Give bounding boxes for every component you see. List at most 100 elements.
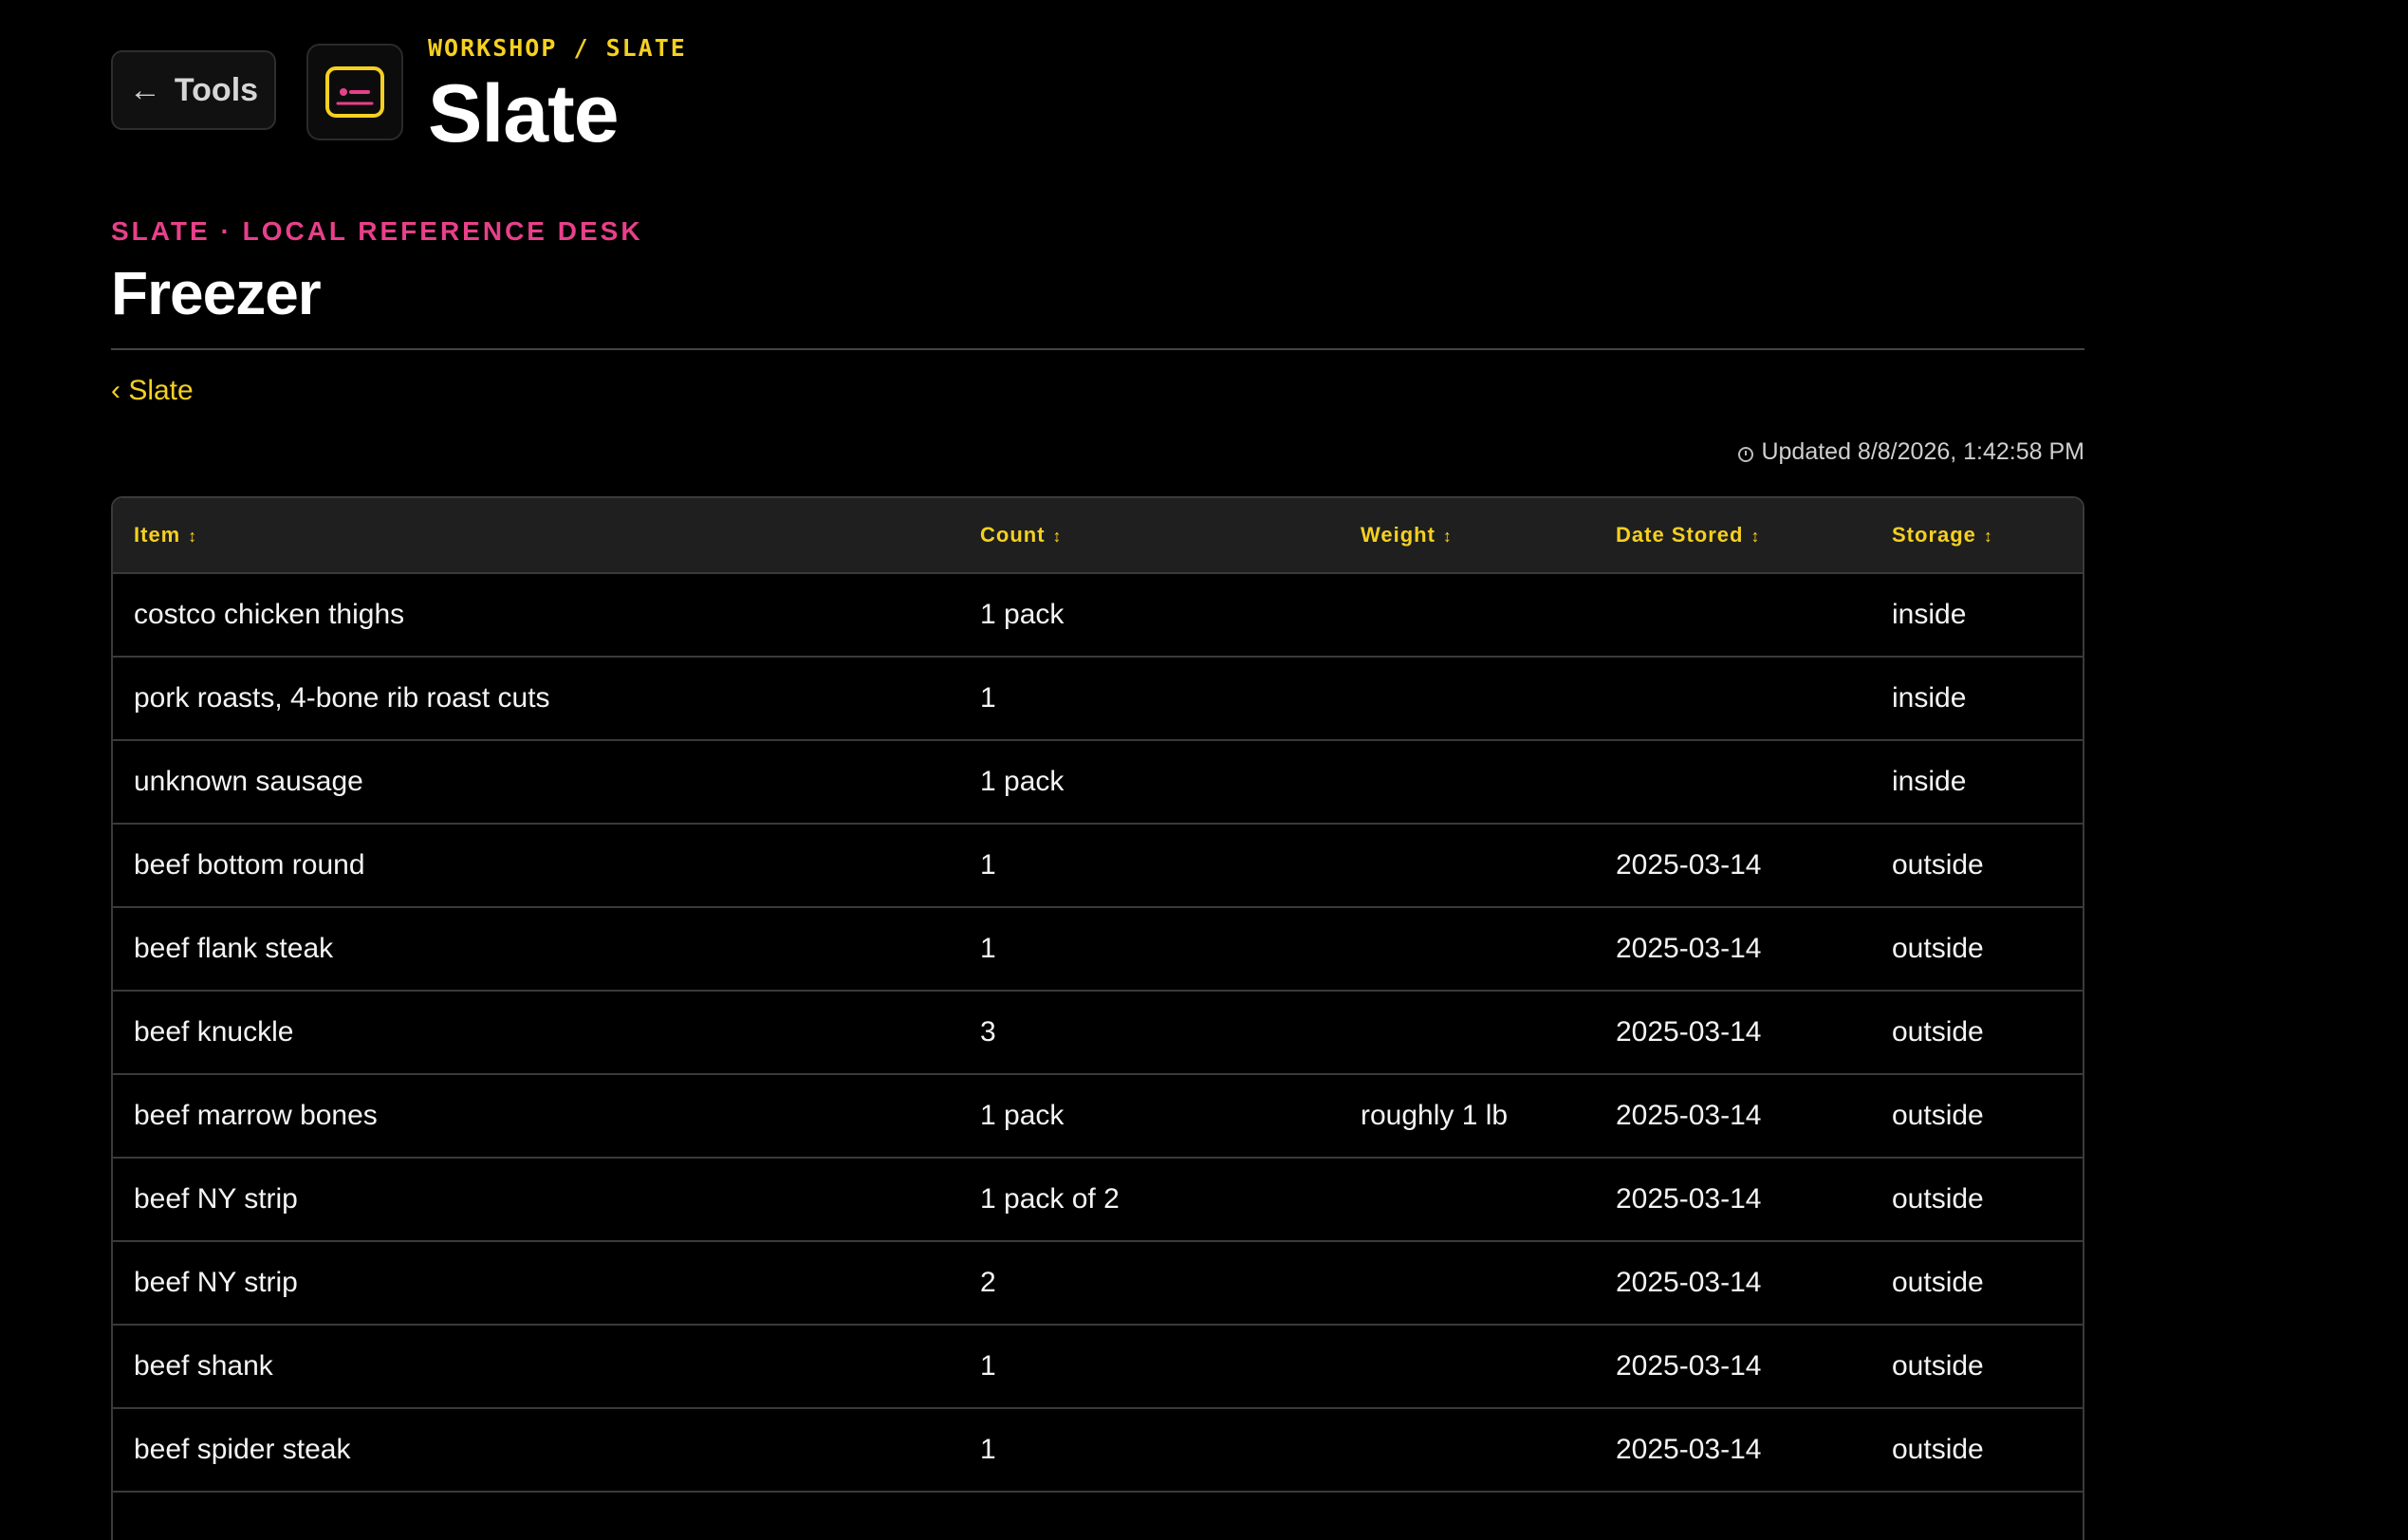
cell-item: beef flank steak <box>113 907 959 992</box>
cell-weight <box>1340 1241 1595 1326</box>
cell-count: 1 <box>959 1408 1340 1493</box>
cell-item: beef spider steak <box>113 1408 959 1493</box>
table-row[interactable]: beef flank steak 1 2025-03-14 outside <box>113 907 2083 992</box>
table-row[interactable]: unknown sausage 1 pack inside <box>113 740 2083 825</box>
cell-date-stored: 2025-03-14 <box>1595 1241 1871 1326</box>
slate-app-icon <box>306 44 403 140</box>
cell-item: beef bottom round <box>113 824 959 908</box>
cell-item: beef shank <box>113 1325 959 1409</box>
back-to-tools-button[interactable]: ← Tools <box>111 50 276 130</box>
cell-weight <box>1340 1408 1595 1493</box>
cell-item: pork roasts, 4-bone rib roast cuts <box>113 657 959 741</box>
column-header-date-stored[interactable]: Date Stored ↕ <box>1595 498 1871 574</box>
column-header-label: Weight <box>1361 523 1436 547</box>
column-header-count[interactable]: Count ↕ <box>959 498 1340 574</box>
cell-storage: outside <box>1871 1241 2083 1326</box>
cell-count: 1 pack of 2 <box>959 1158 1340 1242</box>
cell-storage: inside <box>1871 573 2083 658</box>
freezer-table-container: Item ↕ Count ↕ Weight ↕ Date Stored ↕ Storag… <box>111 496 2084 1540</box>
cell-weight: roughly 1 lb <box>1340 1074 1595 1159</box>
updated-text: Updated 8/8/2026, 1:42:58 PM <box>1761 438 2084 465</box>
cell-storage: inside <box>1871 740 2083 825</box>
cell-weight <box>1340 1325 1595 1409</box>
page-title: Freezer <box>111 259 322 327</box>
cell-count: 1 <box>959 657 1340 741</box>
column-header-label: Item <box>134 523 181 547</box>
column-header-weight[interactable]: Weight ↕ <box>1340 498 1595 574</box>
clock-icon <box>1738 446 1754 462</box>
divider <box>111 348 2084 350</box>
cell-date-stored: 2025-03-14 <box>1595 907 1871 992</box>
app-header: ← Tools WORKSHOP / SLATE Slate <box>111 28 687 155</box>
cell-date-stored: 2025-03-14 <box>1595 1158 1871 1242</box>
table-row[interactable]: beef NY strip 2 2025-03-14 outside <box>113 1241 2083 1326</box>
cell-weight <box>1340 991 1595 1075</box>
cell-weight <box>1340 824 1595 908</box>
cell-date-stored: 2025-03-14 <box>1595 991 1871 1075</box>
cell-item: beef NY strip <box>113 1241 959 1326</box>
cell-item: beef NY strip <box>113 1158 959 1242</box>
slate-logo-icon <box>325 66 384 118</box>
cell-item: beef marrow bones <box>113 1074 959 1159</box>
cell-item: unknown sausage <box>113 740 959 825</box>
sort-icon: ↕ <box>188 527 198 546</box>
cell-count: 1 <box>959 907 1340 992</box>
updated-timestamp: Updated 8/8/2026, 1:42:58 PM <box>1738 438 2084 466</box>
cell-date-stored <box>1595 740 1871 825</box>
table-row[interactable]: beef spider steak 1 2025-03-14 outside <box>113 1408 2083 1493</box>
cell-item: costco chicken thighs <box>113 573 959 658</box>
cell-storage: outside <box>1871 1158 2083 1242</box>
sort-icon: ↕ <box>1983 527 1993 546</box>
table-header-row: Item ↕ Count ↕ Weight ↕ Date Stored ↕ Storag… <box>113 498 2083 574</box>
cell-weight <box>1340 907 1595 992</box>
cell-storage: outside <box>1871 824 2083 908</box>
sort-icon: ↕ <box>1442 527 1453 546</box>
column-header-item[interactable]: Item ↕ <box>113 498 959 574</box>
cell-storage: outside <box>1871 907 2083 992</box>
cell-count: 2 <box>959 1241 1340 1326</box>
sort-icon: ↕ <box>1052 527 1063 546</box>
table-row[interactable]: costco chicken thighs 1 pack inside <box>113 573 2083 658</box>
table-row[interactable]: beef knuckle 3 2025-03-14 outside <box>113 991 2083 1075</box>
app-title-block: WORKSHOP / SLATE Slate <box>428 28 687 155</box>
cell-count: 1 <box>959 1325 1340 1409</box>
table-row[interactable]: pork roasts, 4-bone rib roast cuts 1 insid… <box>113 657 2083 741</box>
cell-storage: outside <box>1871 1408 2083 1493</box>
table-body: costco chicken thighs 1 pack inside pork ro… <box>113 573 2083 1493</box>
app-title: Slate <box>428 68 620 159</box>
back-to-slate-link[interactable]: ‹ Slate <box>111 375 194 407</box>
freezer-table: Item ↕ Count ↕ Weight ↕ Date Stored ↕ Storag… <box>113 498 2083 1493</box>
table-row[interactable]: beef shank 1 2025-03-14 outside <box>113 1325 2083 1409</box>
cell-weight <box>1340 740 1595 825</box>
back-button-label: Tools <box>174 71 259 108</box>
cell-item: beef knuckle <box>113 991 959 1075</box>
column-header-storage[interactable]: Storage ↕ <box>1871 498 2083 574</box>
cell-count: 1 <box>959 824 1340 908</box>
cell-weight <box>1340 657 1595 741</box>
cell-date-stored: 2025-03-14 <box>1595 1325 1871 1409</box>
sort-icon: ↕ <box>1750 527 1761 546</box>
table-row[interactable]: beef bottom round 1 2025-03-14 outside <box>113 824 2083 908</box>
cell-storage: outside <box>1871 1074 2083 1159</box>
cell-date-stored: 2025-03-14 <box>1595 1074 1871 1159</box>
column-header-label: Storage <box>1892 523 1976 547</box>
table-row[interactable]: beef marrow bones 1 pack roughly 1 lb 2025-… <box>113 1074 2083 1159</box>
column-header-label: Count <box>980 523 1046 547</box>
section-eyebrow: SLATE · LOCAL REFERENCE DESK <box>111 216 643 246</box>
cell-weight <box>1340 573 1595 658</box>
cell-storage: inside <box>1871 657 2083 741</box>
column-header-label: Date Stored <box>1616 523 1744 547</box>
cell-count: 1 pack <box>959 573 1340 658</box>
cell-date-stored: 2025-03-14 <box>1595 1408 1871 1493</box>
cell-count: 1 pack <box>959 740 1340 825</box>
cell-count: 3 <box>959 991 1340 1075</box>
cell-storage: outside <box>1871 991 2083 1075</box>
cell-count: 1 pack <box>959 1074 1340 1159</box>
cell-weight <box>1340 1158 1595 1242</box>
cell-date-stored: 2025-03-14 <box>1595 824 1871 908</box>
arrow-left-icon: ← <box>128 71 161 108</box>
cell-date-stored <box>1595 573 1871 658</box>
cell-storage: outside <box>1871 1325 2083 1409</box>
table-row[interactable]: beef NY strip 1 pack of 2 2025-03-14 outsid… <box>113 1158 2083 1242</box>
breadcrumb: WORKSHOP / SLATE <box>428 34 687 62</box>
